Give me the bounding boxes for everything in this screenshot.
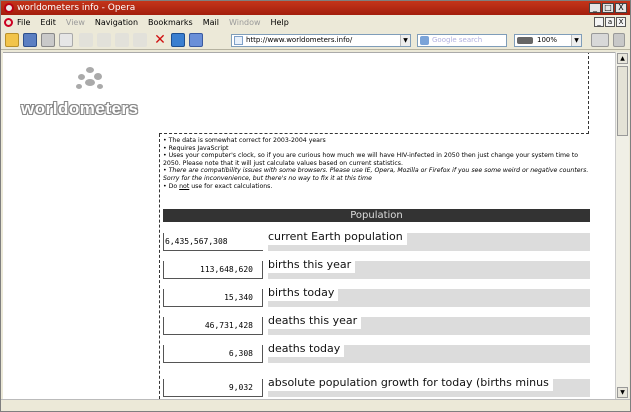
maximize-button[interactable]: □ <box>602 3 614 13</box>
page-viewport: worldometers • The data is somewhat corr… <box>3 52 615 399</box>
counter-value: 9,032 <box>163 379 263 397</box>
menu-navigation[interactable]: Navigation <box>95 15 138 30</box>
document-controls: _ a X <box>594 17 626 27</box>
back-icon[interactable] <box>79 33 93 47</box>
opera-menu-icon[interactable] <box>4 18 13 27</box>
header-dashed-border <box>159 53 589 134</box>
counter-bar: current Earth population <box>268 229 590 251</box>
vertical-scrollbar[interactable]: ▲ ▼ <box>615 52 629 399</box>
left-dashed-border <box>159 134 160 399</box>
browser-window: worldometers info - Opera _ □ X File Edi… <box>0 0 631 412</box>
menu-mail[interactable]: Mail <box>203 15 219 30</box>
counter-bar: deaths today <box>268 341 590 363</box>
globe-icon <box>76 67 104 93</box>
customize-icon[interactable] <box>613 33 625 47</box>
counter-bar: births this year <box>268 257 590 279</box>
menu-window[interactable]: Window <box>229 15 261 30</box>
note-item: • Do not use for exact calculations. <box>163 182 273 190</box>
counter-bar: absolute population growth for today (bi… <box>268 375 590 397</box>
status-bar <box>1 399 630 411</box>
opera-icon <box>4 3 14 13</box>
menu-help[interactable]: Help <box>271 15 289 30</box>
note-item: • The data is somewhat correct for 2003-… <box>163 137 326 144</box>
page-icon <box>234 36 243 45</box>
counter-label: births today <box>268 285 339 301</box>
note-item: • Uses your computer's clock, so if you … <box>163 152 579 167</box>
print-icon[interactable] <box>41 33 55 47</box>
home-icon[interactable] <box>59 33 73 47</box>
counter-value: 113,648,620 <box>163 261 263 279</box>
note-item: • There are compatibility issues with so… <box>163 167 589 182</box>
section-header-population: Population <box>163 209 590 222</box>
counter-value: 6,435,567,308 <box>163 233 263 251</box>
notes-list: • The data is somewhat correct for 2003-… <box>163 137 593 190</box>
close-button[interactable]: X <box>615 3 627 13</box>
stop-icon[interactable]: ✕ <box>153 33 167 47</box>
address-dropdown-icon[interactable]: ▼ <box>400 35 410 46</box>
worldometers-logo[interactable]: worldometers <box>21 67 161 127</box>
counter-row: 15,340 births today <box>163 285 590 307</box>
menu-file[interactable]: File <box>17 15 30 30</box>
doc-close-button[interactable]: X <box>616 17 626 27</box>
counter-row: 6,308 deaths today <box>163 341 590 363</box>
address-text: http://www.worldometers.info/ <box>246 36 353 44</box>
zoom-dropdown-icon[interactable]: ▼ <box>571 35 581 46</box>
fast-forward-icon[interactable] <box>133 33 147 47</box>
panel-icon[interactable] <box>189 33 203 47</box>
counter-row: 113,648,620 births this year <box>163 257 590 279</box>
zoom-icon <box>517 37 533 44</box>
minimize-button[interactable]: _ <box>589 3 601 13</box>
scroll-down-icon[interactable]: ▼ <box>617 387 628 398</box>
counter-bar: deaths this year <box>268 313 590 335</box>
menu-bookmarks[interactable]: Bookmarks <box>148 15 193 30</box>
save-icon[interactable] <box>23 33 37 47</box>
scroll-up-icon[interactable]: ▲ <box>617 53 628 64</box>
not-emphasis: not <box>179 182 190 190</box>
counter-row: 9,032 absolute population growth for tod… <box>163 375 590 397</box>
zoom-value: 100% <box>537 36 558 44</box>
counter-value: 46,731,428 <box>163 317 263 335</box>
menu-bar: File Edit View Navigation Bookmarks Mail… <box>1 15 630 30</box>
menu-view[interactable]: View <box>66 15 85 30</box>
search-engine-icon[interactable] <box>420 36 429 45</box>
rewind-icon[interactable] <box>115 33 129 47</box>
counter-row: 46,731,428 deaths this year <box>163 313 590 335</box>
counter-value: 15,340 <box>163 289 263 307</box>
note-item: • Requires JavaScript <box>163 144 229 152</box>
new-page-icon[interactable] <box>5 33 19 47</box>
search-placeholder: Google search <box>432 36 483 44</box>
window-controls: _ □ X <box>589 3 627 13</box>
zoom-control[interactable]: 100% ▼ <box>514 34 582 47</box>
menu-edit[interactable]: Edit <box>40 15 56 30</box>
window-title: worldometers info - Opera <box>17 3 136 13</box>
counter-label: deaths this year <box>268 313 362 329</box>
toolbar: ✕ http://www.worldometers.info/ ▼ Google… <box>1 30 630 50</box>
doc-minimize-button[interactable]: _ <box>594 17 604 27</box>
counter-bar: births today <box>268 285 590 307</box>
counter-value: 6,308 <box>163 345 263 363</box>
address-bar[interactable]: http://www.worldometers.info/ ▼ <box>231 34 411 47</box>
reload-icon[interactable] <box>171 33 185 47</box>
counter-label: current Earth population <box>268 229 407 245</box>
mail-icon[interactable] <box>591 33 609 47</box>
forward-icon[interactable] <box>97 33 111 47</box>
logo-text: worldometers <box>21 99 139 118</box>
scroll-thumb[interactable] <box>617 66 628 136</box>
counter-label: absolute population growth for today (bi… <box>268 375 553 391</box>
doc-restore-button[interactable]: a <box>605 17 615 27</box>
counter-row: 6,435,567,308 current Earth population <box>163 229 590 251</box>
title-bar: worldometers info - Opera _ □ X <box>1 1 630 15</box>
counter-label: deaths today <box>268 341 345 357</box>
search-field[interactable]: Google search <box>417 34 507 47</box>
counter-label: births this year <box>268 257 356 273</box>
